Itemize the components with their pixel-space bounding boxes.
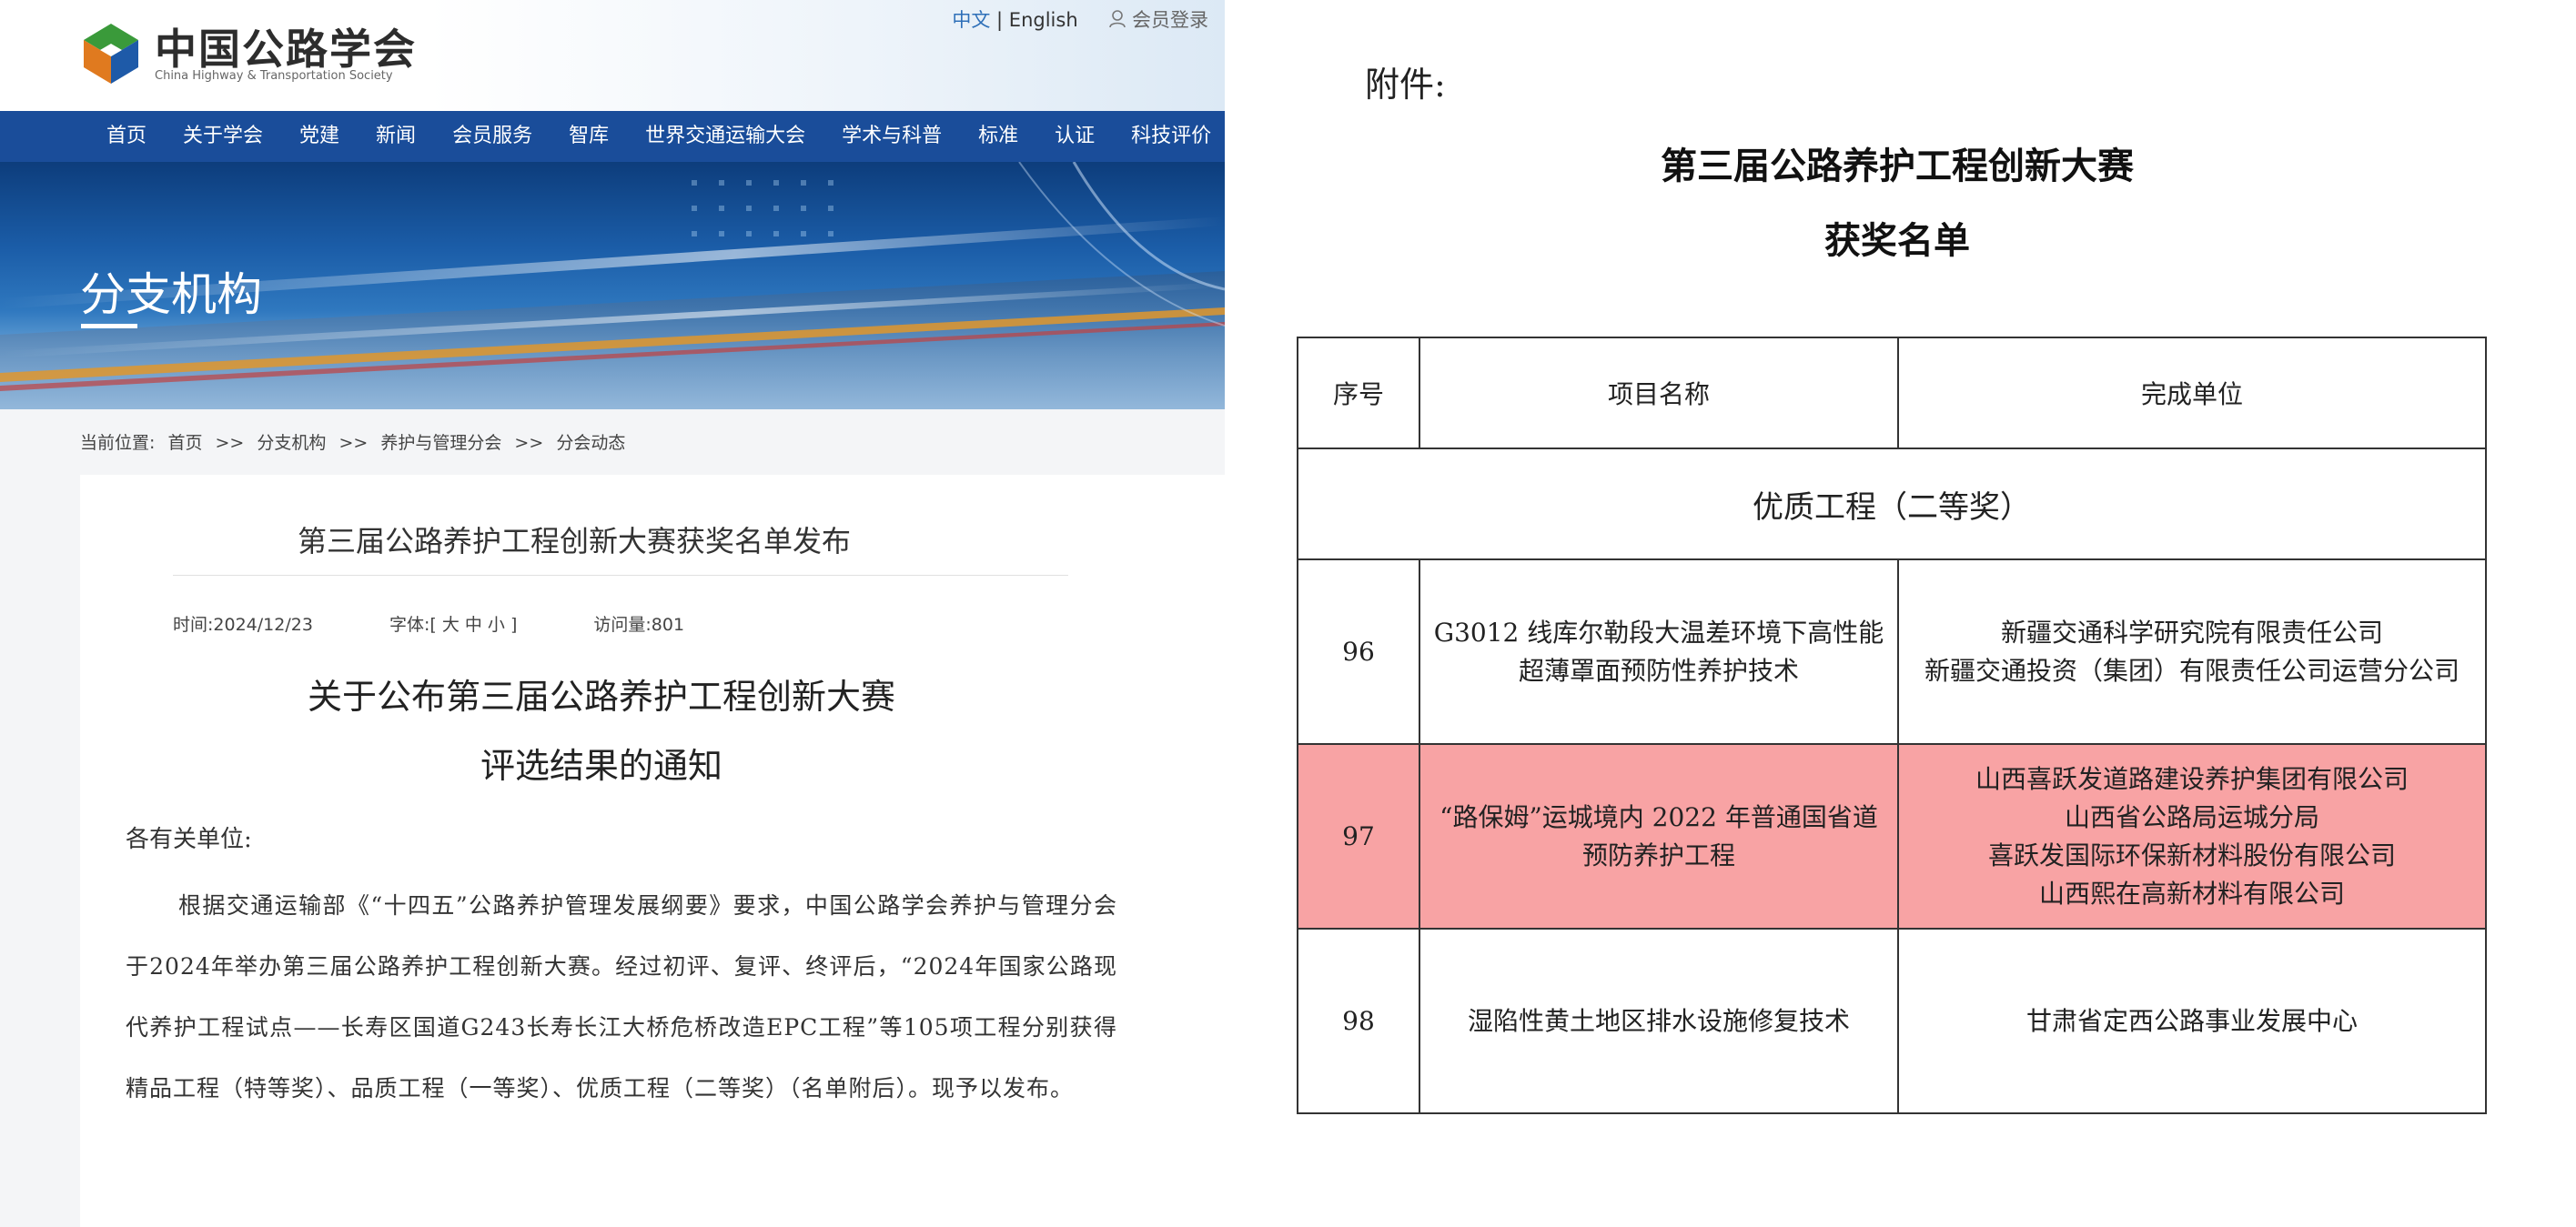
completion-units: 甘肃省定西公路事业发展中心 [1897,928,2487,1114]
logo-chinese-text: 中国公路学会 [155,25,417,74]
article-date: 时间:2024/12/23 [173,615,313,635]
nav-item-think-tank[interactable]: 智库 [569,111,609,162]
completion-units: 山西喜跃发道路建设养护集团有限公司 山西省公路局运城分局 喜跃发国际环保新材料股… [1897,743,2487,930]
document-title: 第三届公路养护工程创新大赛 获奖名单 [1225,129,2570,278]
breadcrumb: 当前位置: 首页 >> 分支机构 >> 养护与管理分会 >> 分会动态 [80,429,632,454]
nav-item-certification[interactable]: 认证 [1055,111,1095,162]
project-name: G3012 线库尔勒段大温差环境下高性能超薄罩面预防性养护技术 [1419,558,1899,745]
breadcrumb-separator: >> [215,433,245,453]
salutation: 各有关单位: [126,826,252,853]
breadcrumb-item-branches[interactable]: 分支机构 [257,433,326,453]
lang-separator: | [996,9,1004,31]
table-header-row: 序号 项目名称 完成单位 [1297,337,2487,449]
table-row: 98 湿陷性黄土地区排水设施修复技术 甘肃省定西公路事业发展中心 [1297,928,2487,1114]
lang-chinese-link[interactable]: 中文 [952,9,990,31]
attachment-label: 附件: [1365,65,1446,105]
breadcrumb-item-branch-news[interactable]: 分会动态 [556,433,625,453]
unit-name: 山西省公路局运城分局 [2064,801,2319,832]
unit-name: 新疆交通投资（集团）有限责任公司运营分公司 [1924,655,2460,686]
site-header: 中国公路学会 China Highway & Transportation So… [0,0,1225,111]
category-row: 优质工程（二等奖） [1297,448,2487,560]
breadcrumb-separator: >> [514,433,544,453]
notice-title-line-1: 关于公布第三届公路养护工程创新大赛 [307,677,895,717]
unit-name: 喜跃发国际环保新材料股份有限公司 [1987,840,2396,870]
nav-item-member-services[interactable]: 会员服务 [452,111,532,162]
table-row: 96 G3012 线库尔勒段大温差环境下高性能超薄罩面预防性养护技术 新疆交通科… [1297,558,2487,745]
nav-item-party[interactable]: 党建 [299,111,339,162]
header-no: 序号 [1297,337,1420,449]
login-label: 会员登录 [1132,9,1208,31]
breadcrumb-label: 当前位置: [80,433,156,453]
nav-item-news[interactable]: 新闻 [376,111,416,162]
row-number: 96 [1297,558,1420,745]
top-links: 中文 | English 会员登录 [952,5,1208,33]
unit-name: 山西喜跃发道路建设养护集团有限公司 [1975,763,2409,794]
breadcrumb-item-home[interactable]: 首页 [167,433,202,453]
document-title-line-2: 获奖名单 [1824,220,1970,262]
completion-units: 新疆交通科学研究院有限责任公司 新疆交通投资（集团）有限责任公司运营分公司 [1897,558,2487,745]
nav-item-tech-evaluation[interactable]: 科技评价 [1131,111,1211,162]
row-number: 97 [1297,743,1420,930]
lang-english-link[interactable]: English [1009,9,1078,31]
website-panel: 中国公路学会 China Highway & Transportation So… [0,0,1225,1227]
nav-item-world-transport-convention[interactable]: 世界交通运输大会 [645,111,805,162]
font-size-switch[interactable]: 字体:[ 大 中 小 ] [389,615,517,635]
article: 第三届公路养护工程创新大赛获奖名单发布 时间:2024/12/23 字体:[ 大… [80,475,1225,1227]
breadcrumb-item-maintenance-branch[interactable]: 养护与管理分会 [380,433,501,453]
article-title: 第三届公路养护工程创新大赛获奖名单发布 [297,524,851,558]
banner-title: 分支机构 [80,268,262,321]
nav-item-standards[interactable]: 标准 [978,111,1018,162]
unit-name: 新疆交通科学研究院有限责任公司 [2000,617,2383,648]
nav-item-about[interactable]: 关于学会 [183,111,263,162]
unit-name: 山西熙在高新材料有限公司 [2038,878,2345,909]
project-name: 湿陷性黄土地区排水设施修复技术 [1419,928,1899,1114]
article-divider [173,575,1068,576]
document-title-line-1: 第三届公路养护工程创新大赛 [1661,146,2134,187]
header-project: 项目名称 [1419,337,1899,449]
page-banner: 分支机构 [0,162,1225,409]
unit-name: 甘肃省定西公路事业发展中心 [2025,1005,2358,1036]
logo-mark-icon [84,24,138,84]
nav-item-home[interactable]: 首页 [106,111,146,162]
login-link[interactable]: 会员登录 [1109,9,1208,31]
site-logo[interactable]: 中国公路学会 China Highway & Transportation So… [78,16,415,91]
project-name: “路保姆”运城境内 2022 年普通国省道预防养护工程 [1419,743,1899,930]
header-unit: 完成单位 [1897,337,2487,449]
article-meta: 时间:2024/12/23 字体:[ 大 中 小 ] 访问量:801 [173,611,755,636]
article-body: 根据交通运输部《“十四五”公路养护管理发展纲要》要求，中国公路学会养护与管理分会… [126,892,1117,1101]
notice-title-line-2: 评选结果的通知 [480,746,722,786]
category-label: 优质工程（二等奖） [1297,448,2487,560]
banner-title-underline [81,324,137,328]
logo-english-text: China Highway & Transportation Society [155,69,393,83]
award-table: 序号 项目名称 完成单位 优质工程（二等奖） 96 G3012 线库尔勒段大温差… [1297,337,2487,1114]
breadcrumb-separator: >> [338,433,369,453]
user-icon [1109,10,1126,28]
main-nav: 首页 关于学会 党建 新闻 会员服务 智库 世界交通运输大会 学术与科普 标准 … [0,111,1225,162]
notice-title: 关于公布第三届公路养护工程创新大赛 评选结果的通知 [80,662,1123,800]
table-row-highlighted: 97 “路保姆”运城境内 2022 年普通国省道预防养护工程 山西喜跃发道路建设… [1297,743,2487,930]
attachment-document: 附件: 第三届公路养护工程创新大赛 获奖名单 序号 项目名称 完成单位 优质工程… [1225,0,2576,1227]
nav-item-academic[interactable]: 学术与科普 [842,111,942,162]
article-views: 访问量:801 [593,615,685,635]
row-number: 98 [1297,928,1420,1114]
